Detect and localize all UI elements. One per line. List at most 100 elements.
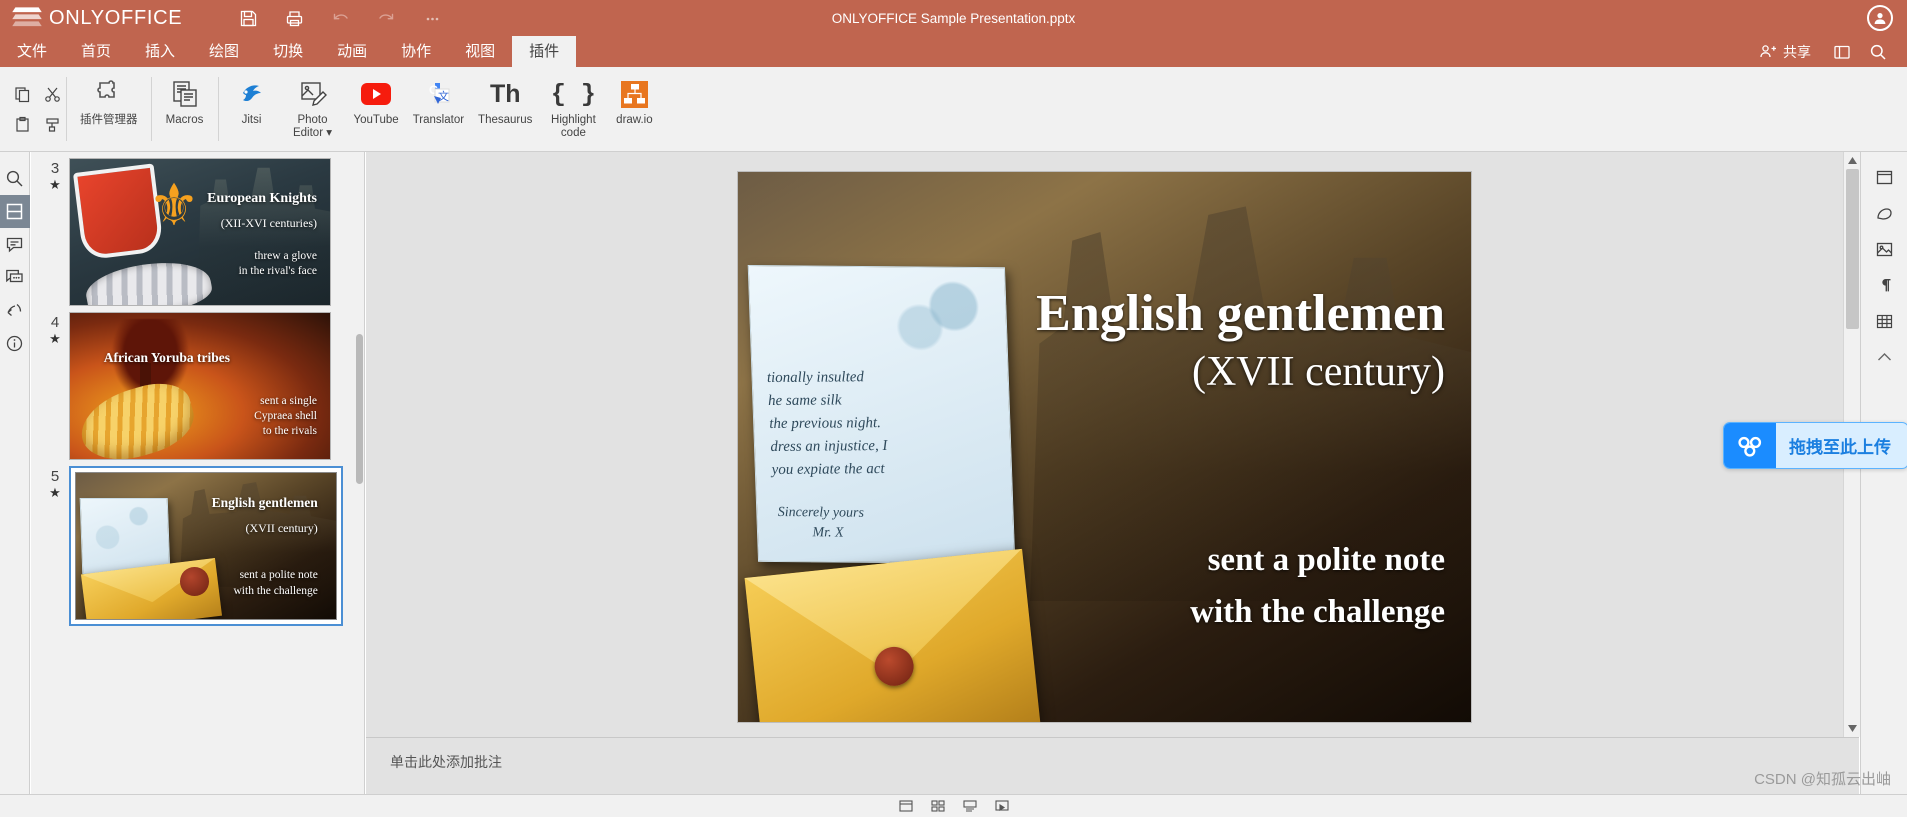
shape-settings-icon[interactable] (1867, 196, 1901, 230)
macros-label: Macros (165, 114, 204, 126)
thumb-subtitle: (XII-XVI centuries) (220, 215, 317, 230)
tab-home[interactable]: 首页 (64, 36, 128, 67)
share-button[interactable]: 共享 (1748, 36, 1823, 67)
notes-placeholder[interactable]: 单击此处添加批注 (390, 752, 1859, 772)
right-sidebar-rail (1860, 152, 1907, 817)
slide-art-knights: ⚜ (70, 159, 330, 305)
slide-body-line1: sent a polite note (1207, 542, 1445, 578)
sidebar-item-feedback[interactable] (0, 294, 30, 327)
thumb-body-line2: in the rival's face (238, 264, 317, 277)
photo-editor-label: Photo Editor ▾ (286, 114, 340, 140)
thumbnail-slide-3[interactable]: 3 ★ ⚜ European Knights (XII-XVI centurie… (31, 152, 364, 306)
paragraph-settings-icon[interactable] (1867, 268, 1901, 302)
table-settings-icon[interactable] (1867, 304, 1901, 338)
sidebar-item-comments[interactable] (0, 228, 30, 261)
macros-button[interactable]: Macros (158, 75, 212, 127)
current-slide[interactable]: tionally insulted he same silk the previ… (738, 172, 1471, 722)
tab-transitions[interactable]: 切换 (256, 36, 320, 67)
thumbnail-selected-frame[interactable]: English gentlemen (XVII century) sent a … (69, 466, 343, 626)
letter-ornament (886, 275, 997, 359)
paste-icon[interactable] (8, 110, 36, 138)
notes-pane[interactable]: 单击此处添加批注 (366, 737, 1859, 794)
avatar[interactable] (1867, 5, 1893, 31)
slide-title[interactable]: English gentlemen (1036, 284, 1445, 343)
notes-view-icon[interactable] (961, 798, 979, 814)
slide-body-line2: with the challenge (1190, 594, 1445, 630)
undo-icon[interactable] (320, 3, 360, 33)
copy-icon[interactable] (8, 80, 36, 108)
tab-plugins[interactable]: 插件 (512, 36, 577, 67)
photo-editor-button[interactable]: Photo Editor ▾ (279, 75, 347, 140)
upload-label: 拖拽至此上传 (1789, 438, 1891, 457)
thesaurus-label: Thesaurus (478, 114, 533, 126)
format-painter-icon[interactable] (38, 110, 66, 138)
thumb-subtitle: (XVII century) (245, 521, 318, 536)
more-icon[interactable] (412, 3, 452, 33)
view-mode-buttons (897, 798, 1011, 814)
redo-icon[interactable] (366, 3, 406, 33)
left-sidebar-rail (0, 152, 30, 817)
highlight-code-icon: { } (550, 79, 596, 109)
tab-animation[interactable]: 动画 (320, 36, 384, 67)
tab-view[interactable]: 视图 (448, 36, 512, 67)
collapse-icon[interactable] (1867, 340, 1901, 374)
macros-icon (170, 77, 200, 111)
signature-line-2: Mr. X (811, 525, 844, 541)
jitsi-button[interactable]: Jitsi (225, 75, 279, 127)
tab-file[interactable]: 文件 (0, 36, 64, 67)
youtube-button[interactable]: YouTube (347, 75, 406, 127)
open-location-icon[interactable] (1825, 36, 1859, 67)
baidu-netdisk-icon (1724, 423, 1776, 468)
slide-thumbnails-panel[interactable]: 3 ★ ⚜ European Knights (XII-XVI centurie… (31, 152, 365, 817)
drawio-button[interactable]: draw.io (607, 75, 661, 127)
thumbnail-number: 4 (50, 314, 60, 331)
thumbnail-image[interactable]: African Yoruba tribes sent a single Cypr… (69, 312, 331, 460)
highlight-code-label: Highlight code (551, 114, 596, 139)
save-icon[interactable] (228, 3, 268, 33)
chevron-down-icon: ▾ (326, 127, 333, 139)
thumbnail-slide-4[interactable]: 4 ★ African Yoruba tribes sent a single … (31, 306, 364, 460)
search-icon[interactable] (1861, 36, 1895, 67)
macros-group: Macros (152, 67, 218, 151)
sidebar-item-slides[interactable] (0, 195, 30, 228)
sidebar-item-chat[interactable] (0, 261, 30, 294)
slide-subtitle[interactable]: (XVII century) (1192, 348, 1445, 396)
slide-canvas-area[interactable]: tionally insulted he same silk the previ… (366, 152, 1859, 737)
slide-settings-icon[interactable] (1867, 160, 1901, 194)
thumb-body-line2: with the challenge (233, 584, 318, 597)
cut-icon[interactable] (38, 80, 66, 108)
thesaurus-button[interactable]: Th Thesaurus (471, 75, 539, 127)
fleur-de-lis-icon: ⚜ (148, 172, 200, 238)
highlight-code-button[interactable]: { } Highlight code (539, 75, 607, 140)
tab-draw[interactable]: 绘图 (192, 36, 256, 67)
thumbnail-meta-3: 3 ★ (41, 158, 69, 192)
translator-icon: G 文 (423, 77, 453, 111)
thumb-body-line3: to the rivals (262, 424, 317, 437)
envelope (744, 548, 1040, 722)
normal-view-icon[interactable] (897, 798, 915, 814)
clipboard-group (0, 67, 66, 151)
signature-line-1: Sincerely yours (777, 504, 864, 521)
tab-collaboration[interactable]: 协作 (384, 36, 448, 67)
thumbnail-image[interactable]: English gentlemen (XVII century) sent a … (75, 472, 337, 620)
thumbnails-scrollbar[interactable] (356, 334, 363, 484)
sidebar-item-search[interactable] (0, 162, 30, 195)
scrollbar-thumb[interactable] (1846, 169, 1859, 329)
print-icon[interactable] (274, 3, 314, 33)
thumbnail-slide-5[interactable]: 5 ★ English gentlemen (XVII century) sen… (31, 460, 364, 626)
thumbnail-image[interactable]: ⚜ European Knights (XII-XVI centuries) t… (69, 158, 331, 306)
slide-body-text[interactable]: sent a polite note with the challenge (1190, 534, 1445, 638)
presenter-view-icon[interactable] (993, 798, 1011, 814)
slide-sorter-icon[interactable] (929, 798, 947, 814)
thumb-title: African Yoruba tribes (103, 349, 231, 365)
tab-insert[interactable]: 插入 (128, 36, 192, 67)
plugin-manager-label: 插件管理器 (80, 114, 138, 126)
scroll-down-arrow-icon[interactable] (1844, 720, 1860, 737)
image-settings-icon[interactable] (1867, 232, 1901, 266)
thumb-title: European Knights (207, 191, 317, 207)
scroll-up-arrow-icon[interactable] (1844, 152, 1860, 169)
plugin-manager-button[interactable]: 插件管理器 (73, 75, 145, 127)
sidebar-item-about[interactable] (0, 327, 30, 360)
translator-button[interactable]: G 文 Translator (406, 75, 471, 127)
drag-upload-widget[interactable]: 拖拽至此上传 (1723, 422, 1907, 469)
